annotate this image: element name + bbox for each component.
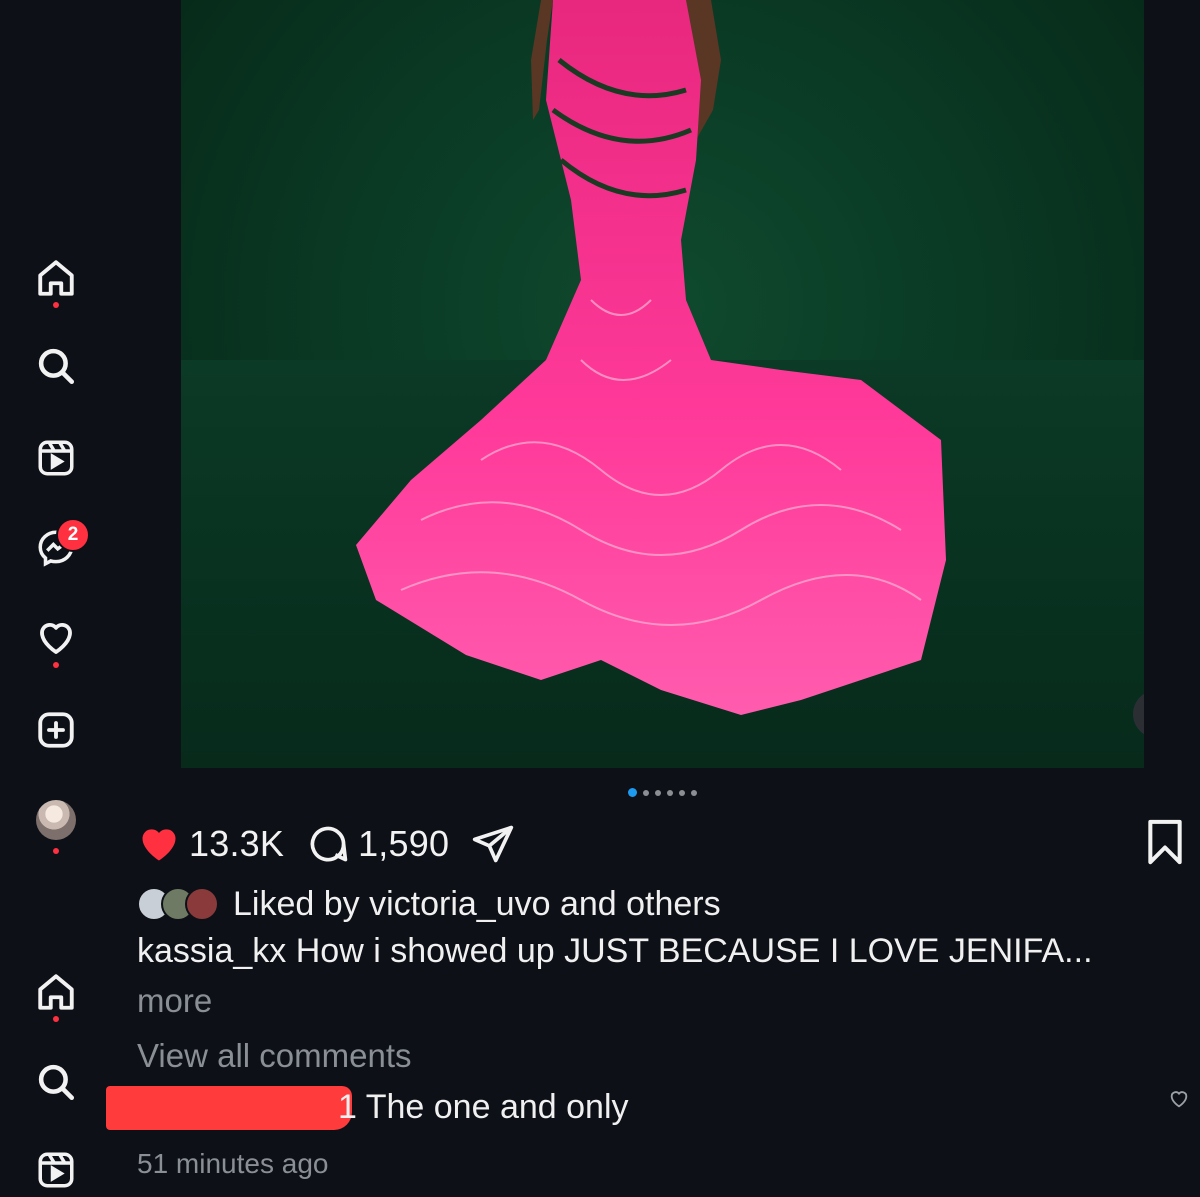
nav-messages[interactable]: 2 bbox=[32, 518, 90, 572]
pink-gown-photo bbox=[356, 0, 946, 715]
post-action-row: 13.3K 1,590 bbox=[137, 818, 515, 870]
reels-icon bbox=[38, 1152, 74, 1188]
carousel-indicator bbox=[628, 788, 697, 797]
nav-search-2[interactable] bbox=[32, 1058, 80, 1106]
comment-button[interactable]: 1,590 bbox=[306, 822, 471, 866]
caption-text: How i showed up JUST BECAUSE I LOVE JENI… bbox=[295, 932, 1093, 970]
nav-profile[interactable] bbox=[32, 796, 80, 854]
post-caption: kassia_kx How i showed up JUST BECAUSE I… bbox=[137, 932, 1093, 971]
nav-home-2[interactable] bbox=[32, 968, 80, 1022]
comment-count: 1,590 bbox=[358, 823, 450, 864]
notification-dot bbox=[53, 848, 59, 854]
bookmark-icon[interactable] bbox=[1143, 818, 1187, 866]
comment-icon bbox=[310, 826, 348, 862]
carousel-dot bbox=[667, 789, 673, 796]
liked-by-text: Liked by victoria_uvo and others bbox=[233, 884, 721, 923]
caption-more-link[interactable]: more bbox=[137, 982, 212, 1020]
carousel-dot-active bbox=[628, 788, 637, 797]
search-icon bbox=[38, 1064, 75, 1101]
redaction-mark bbox=[106, 1086, 352, 1130]
liked-by-row[interactable]: Liked by victoria_uvo and others bbox=[137, 882, 721, 926]
search-icon bbox=[38, 348, 75, 385]
profile-avatar bbox=[36, 800, 76, 840]
heart-icon bbox=[40, 623, 72, 654]
liker-avatars bbox=[137, 887, 221, 921]
carousel-dot bbox=[643, 789, 649, 796]
comment-like-icon[interactable] bbox=[1168, 1088, 1190, 1110]
sidebar-nav: 2 bbox=[0, 0, 112, 1197]
carousel-dot bbox=[691, 789, 697, 796]
caption-username[interactable]: kassia_kx bbox=[137, 932, 286, 970]
nav-search[interactable] bbox=[32, 342, 80, 390]
post-timestamp: 51 minutes ago bbox=[137, 1148, 329, 1179]
notification-dot bbox=[53, 302, 59, 308]
notification-dot bbox=[53, 1016, 59, 1022]
notification-dot bbox=[53, 662, 59, 668]
liker-avatar bbox=[185, 887, 219, 921]
post-image[interactable] bbox=[181, 0, 1144, 768]
nav-create[interactable] bbox=[32, 706, 80, 754]
nav-reels[interactable] bbox=[32, 434, 80, 482]
comment-text: 1 The one and only bbox=[338, 1088, 629, 1126]
like-button[interactable]: 13.3K bbox=[137, 822, 306, 866]
home-icon bbox=[38, 260, 74, 296]
home-icon bbox=[38, 974, 74, 1010]
nav-notifications[interactable] bbox=[32, 614, 80, 668]
nav-reels-2[interactable] bbox=[32, 1146, 80, 1194]
nav-home[interactable] bbox=[32, 254, 80, 308]
like-count: 13.3K bbox=[189, 823, 285, 864]
create-icon bbox=[38, 712, 74, 748]
carousel-dot bbox=[655, 789, 661, 796]
share-icon bbox=[473, 825, 514, 863]
share-button[interactable] bbox=[471, 822, 515, 866]
messages-badge: 2 bbox=[56, 518, 90, 552]
heart-filled-icon bbox=[142, 829, 176, 861]
reels-icon bbox=[38, 440, 74, 476]
carousel-dot bbox=[679, 789, 685, 796]
view-all-comments-link[interactable]: View all comments bbox=[137, 1037, 412, 1075]
